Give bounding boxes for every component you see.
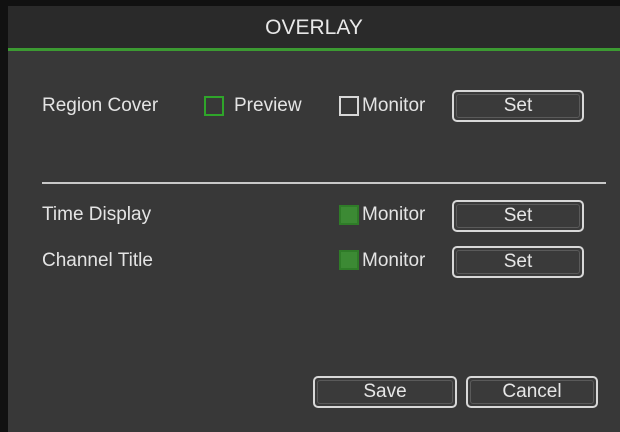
time-display-label: Time Display (42, 204, 152, 225)
save-button[interactable]: Save (313, 376, 457, 408)
region-cover-monitor-label: Monitor (362, 95, 426, 116)
channel-title-set-button[interactable]: Set (452, 246, 584, 278)
time-display-set-button[interactable]: Set (452, 200, 584, 232)
channel-title-monitor-label: Monitor (362, 250, 426, 271)
region-cover-preview-label: Preview (234, 95, 302, 116)
region-cover-set-button[interactable]: Set (452, 90, 584, 122)
section-divider (42, 182, 606, 184)
dialog-title: OVERLAY (265, 16, 363, 39)
region-cover-label: Region Cover (42, 95, 159, 116)
time-display-monitor-checkbox[interactable] (339, 205, 359, 225)
channel-title-label: Channel Title (42, 250, 153, 271)
titlebar: OVERLAY (8, 6, 620, 51)
channel-title-monitor-checkbox[interactable] (339, 250, 359, 270)
time-display-monitor-label: Monitor (362, 204, 426, 225)
overlay-dialog: OVERLAY Region Cover Preview Monitor Set… (8, 6, 620, 432)
cancel-button[interactable]: Cancel (466, 376, 598, 408)
region-cover-monitor-checkbox[interactable] (339, 96, 359, 116)
region-cover-preview-checkbox[interactable] (204, 96, 224, 116)
